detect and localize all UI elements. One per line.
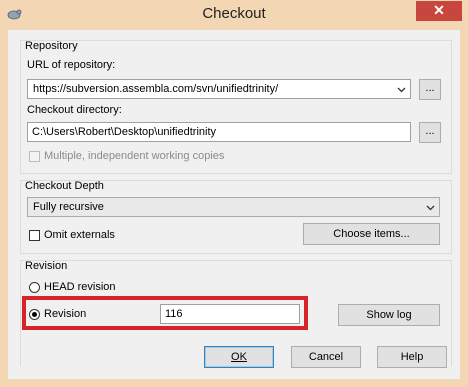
dir-browse-button[interactable]: ... xyxy=(419,122,441,143)
chevron-down-icon[interactable] xyxy=(397,85,406,94)
repository-group: Repository URL of repository: https://su… xyxy=(20,40,452,174)
cancel-button[interactable]: Cancel xyxy=(291,346,361,368)
close-button[interactable]: ✕ xyxy=(416,1,462,21)
title-bar[interactable]: Checkout ✕ xyxy=(0,0,468,30)
ok-label: OK xyxy=(231,351,247,363)
choose-items-button[interactable]: Choose items... xyxy=(303,223,440,245)
url-value: https://subversion.assembla.com/svn/unif… xyxy=(33,83,279,95)
checkout-depth-group-label: Checkout Depth xyxy=(25,180,104,192)
checkout-depth-group: Checkout Depth Fully recursive Omit exte… xyxy=(20,180,452,254)
repository-group-label: Repository xyxy=(25,40,78,52)
omit-externals-label: Omit externals xyxy=(44,229,115,241)
head-revision-radio[interactable] xyxy=(29,282,40,293)
revision-group-label: Revision xyxy=(25,260,68,272)
checkout-dialog: Checkout ✕ Repository URL of repository:… xyxy=(0,0,468,387)
chevron-down-icon[interactable] xyxy=(426,203,435,212)
close-icon: ✕ xyxy=(433,2,445,18)
ok-button[interactable]: OK xyxy=(204,346,274,368)
url-combobox[interactable]: https://subversion.assembla.com/svn/unif… xyxy=(27,79,411,99)
checkout-dir-input[interactable]: C:\Users\Robert\Desktop\unifiedtrinity xyxy=(27,122,411,142)
head-revision-label: HEAD revision xyxy=(44,281,116,293)
dialog-body: Repository URL of repository: https://su… xyxy=(8,30,460,379)
multiple-copies-checkbox[interactable] xyxy=(29,151,40,162)
multiple-copies-label: Multiple, independent working copies xyxy=(44,150,225,162)
url-label: URL of repository: xyxy=(27,59,116,71)
help-button[interactable]: Help xyxy=(377,346,447,368)
window-title: Checkout xyxy=(202,5,266,22)
url-browse-button[interactable]: ... xyxy=(419,79,441,100)
depth-selected: Fully recursive xyxy=(33,201,104,213)
revision-highlight-box xyxy=(22,296,308,330)
show-log-button[interactable]: Show log xyxy=(338,304,440,326)
depth-select[interactable]: Fully recursive xyxy=(27,197,440,217)
checkout-dir-label: Checkout directory: xyxy=(27,104,122,116)
omit-externals-checkbox[interactable] xyxy=(29,230,40,241)
checkout-dir-value: C:\Users\Robert\Desktop\unifiedtrinity xyxy=(32,126,217,138)
